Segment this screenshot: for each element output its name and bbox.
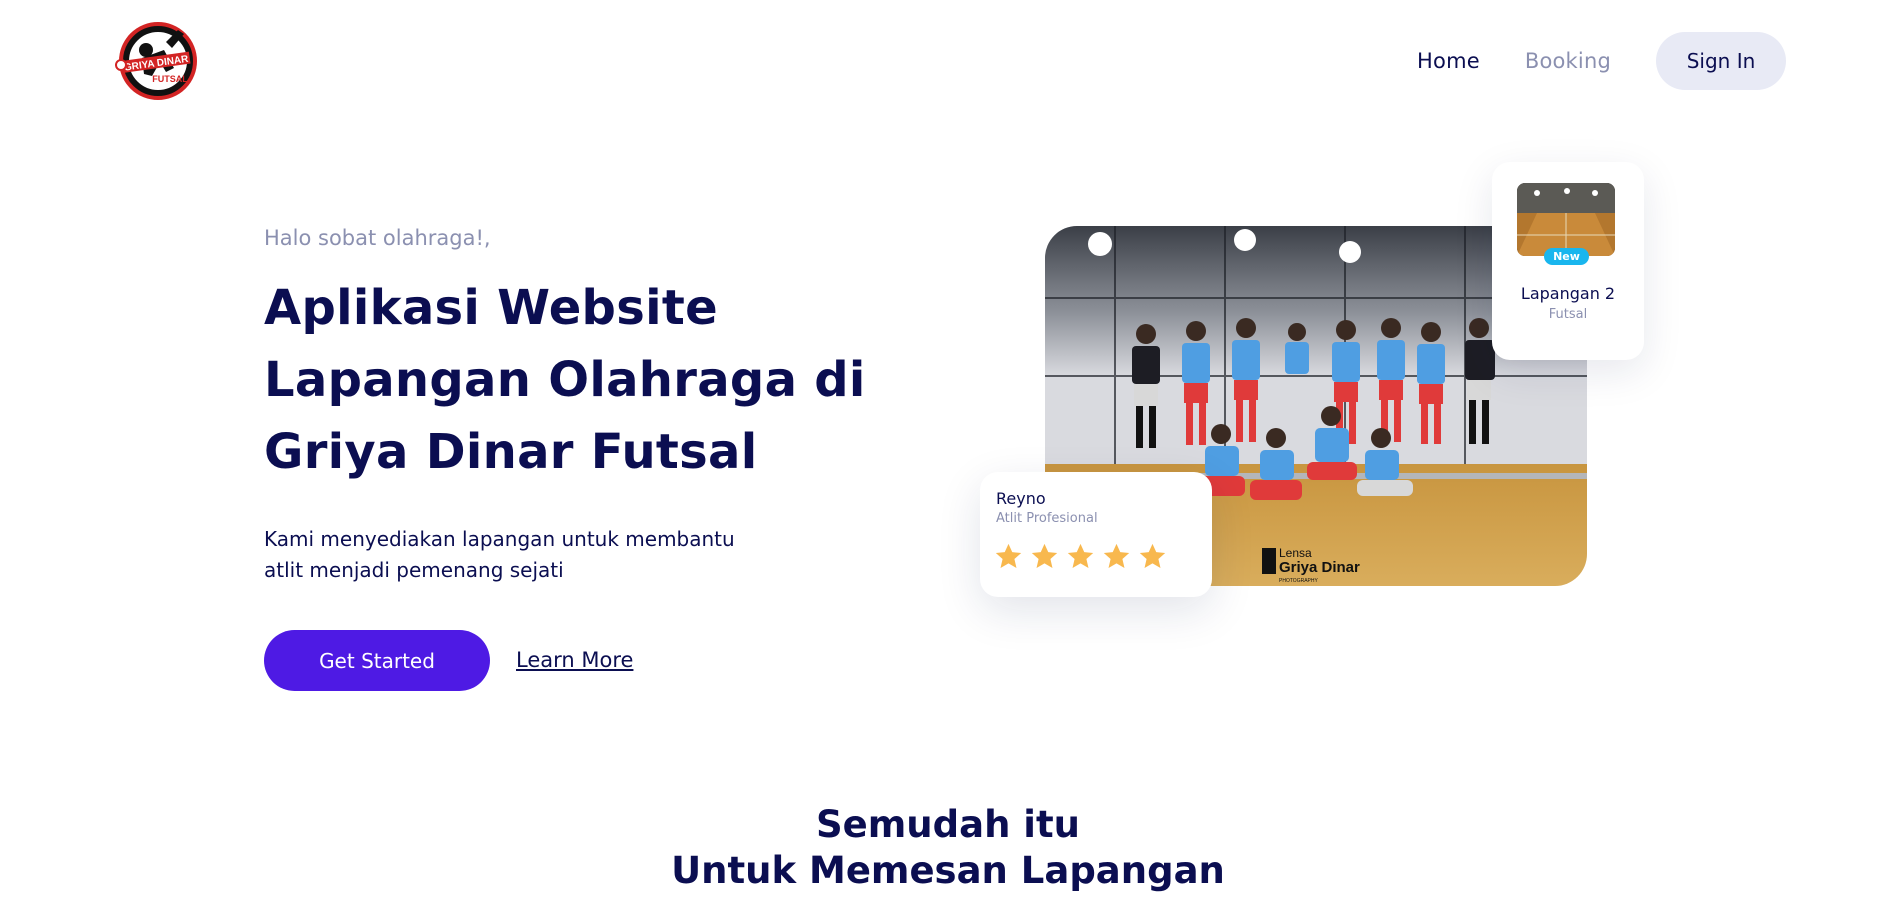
star-icon bbox=[1031, 543, 1058, 568]
headline-part-1: Aplikasi Website bbox=[264, 280, 718, 336]
hero-greeting: Halo sobat olahraga!, bbox=[264, 226, 491, 250]
court-card[interactable]: New Lapangan 2 Futsal bbox=[1492, 162, 1644, 360]
headline-highlight: Lapangan Olahraga bbox=[264, 352, 798, 408]
logo-text-bottom: FUTSAL bbox=[152, 74, 188, 84]
new-badge: New bbox=[1544, 248, 1589, 265]
star-icon bbox=[1067, 543, 1094, 568]
nav-home-link[interactable]: Home bbox=[1417, 49, 1480, 73]
watermark-line-1: Lensa bbox=[1279, 546, 1312, 560]
court-thumbnail bbox=[1517, 183, 1615, 256]
star-icon bbox=[995, 543, 1022, 568]
review-card: Reyno Atlit Profesional bbox=[980, 472, 1212, 597]
section-title-line-2: Untuk Memesan Lapangan bbox=[671, 849, 1225, 892]
court-type: Futsal bbox=[1548, 307, 1588, 322]
get-started-button[interactable]: Get Started bbox=[264, 630, 490, 691]
hero-subtext-line-1: Kami menyediakan lapangan untuk membantu bbox=[264, 527, 735, 551]
reviewer-name: Reyno bbox=[996, 489, 1046, 508]
hero-subtext-line-2: atlit menjadi pemenang sejati bbox=[264, 558, 564, 582]
court-name: Lapangan 2 bbox=[1520, 284, 1616, 303]
watermark-line-2: Griya Dinar bbox=[1279, 559, 1360, 576]
landing-page: GRIYA DINAR FUTSAL Home Booking Sign In … bbox=[0, 0, 1896, 907]
hero-headline: Aplikasi Website Lapangan Olahraga di Gr… bbox=[264, 272, 984, 488]
hero-subtext: Kami menyediakan lapangan untuk membantu… bbox=[264, 524, 784, 586]
learn-more-link[interactable]: Learn More bbox=[516, 648, 633, 672]
sign-in-button[interactable]: Sign In bbox=[1656, 32, 1786, 90]
watermark-line-3: PHOTOGRAPHY bbox=[1279, 578, 1318, 584]
griya-dinar-futsal-logo[interactable]: GRIYA DINAR FUTSAL bbox=[112, 20, 204, 102]
section-title-line-1: Semudah itu bbox=[815, 803, 1081, 846]
main-nav: Home Booking Sign In bbox=[1417, 32, 1786, 90]
nav-booking-link[interactable]: Booking bbox=[1525, 49, 1611, 73]
star-icon bbox=[1139, 543, 1166, 568]
star-icon bbox=[1103, 543, 1130, 568]
reviewer-role: Atlit Profesional bbox=[996, 511, 1098, 526]
star-rating bbox=[994, 542, 1174, 571]
